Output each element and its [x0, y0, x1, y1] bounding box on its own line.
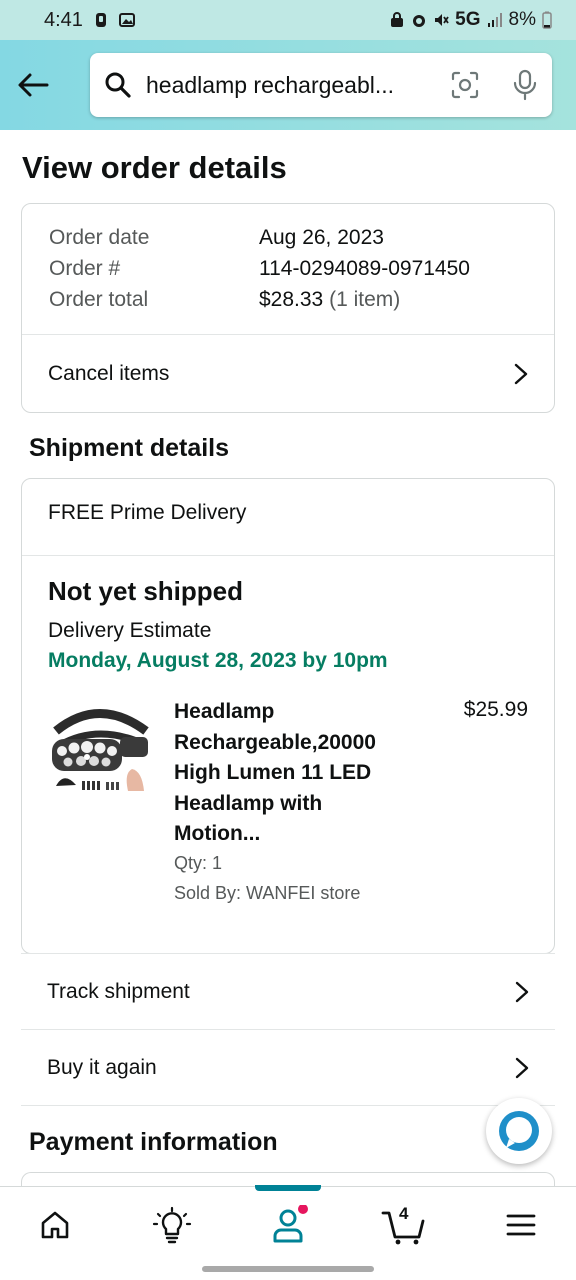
nav-menu[interactable] — [497, 1201, 545, 1249]
order-number-value: 114-0294089-0971450 — [259, 257, 470, 280]
lock-icon — [391, 12, 404, 27]
product-image[interactable] — [46, 701, 152, 801]
order-total-amount: $28.33 — [259, 288, 324, 311]
order-total-items: (1 item) — [329, 288, 401, 311]
gesture-home-indicator[interactable] — [202, 1266, 374, 1272]
page-title: View order details — [22, 150, 287, 185]
shipment-section-title: Shipment details — [29, 434, 230, 462]
search-header: headlamp rechargeabl... — [0, 40, 576, 130]
back-arrow-icon — [18, 73, 49, 97]
account-icon — [273, 1205, 308, 1243]
cart-count-badge: 4 — [399, 1204, 409, 1223]
nav-inspire[interactable] — [148, 1201, 196, 1249]
alarm-icon — [413, 15, 426, 27]
product-seller: Sold By: WANFEI store — [174, 883, 361, 903]
track-shipment-button[interactable]: Track shipment — [21, 953, 555, 1029]
order-date-value: Aug 26, 2023 — [259, 226, 384, 249]
nav-cart[interactable]: 4 — [380, 1201, 428, 1249]
buy-again-button[interactable]: Buy it again — [21, 1029, 555, 1105]
status-bar: 4:41 5G 8% — [0, 0, 576, 40]
notification-icon — [95, 13, 106, 27]
buy-again-label: Buy it again — [47, 1055, 157, 1079]
product-quantity: Qty: 1 — [174, 853, 223, 873]
nav-account[interactable] — [264, 1201, 312, 1249]
divider — [21, 1105, 555, 1107]
order-date-label: Order date — [49, 226, 150, 249]
lightbulb-icon — [152, 1206, 192, 1244]
order-total-label: Order total — [49, 288, 149, 311]
search-query[interactable]: headlamp rechargeabl... — [146, 72, 422, 99]
order-number-label: Order # — [49, 257, 121, 280]
cancel-items-label: Cancel items — [48, 362, 170, 385]
delivery-estimate-date: Monday, August 28, 2023 by 10pm — [48, 649, 388, 672]
order-total-value: $28.33 (1 item) — [259, 288, 400, 312]
gallery-icon — [118, 13, 135, 27]
alexa-button[interactable] — [486, 1098, 552, 1164]
menu-icon — [506, 1214, 536, 1236]
product-price: $25.99 — [463, 698, 528, 721]
back-button[interactable] — [14, 66, 52, 104]
chevron-right-icon — [515, 981, 529, 1002]
delivery-type: FREE Prime Delivery — [48, 501, 247, 524]
product-title-link[interactable]: Headlamp Rechargeable,20000 High Lumen 1… — [174, 697, 414, 850]
battery-label: 8% — [508, 9, 536, 30]
alexa-icon — [499, 1111, 539, 1151]
signal-icon — [487, 13, 502, 27]
home-icon — [41, 1211, 69, 1239]
order-summary-card: Order date Aug 26, 2023 Order # 114-0294… — [21, 203, 555, 413]
microphone-icon[interactable] — [512, 69, 538, 101]
shipment-status: Not yet shipped — [48, 576, 244, 606]
search-input[interactable]: headlamp rechargeabl... — [90, 53, 552, 117]
nav-home[interactable] — [31, 1201, 79, 1249]
network-label: 5G — [455, 9, 481, 30]
mute-icon — [435, 14, 449, 26]
battery-icon — [542, 11, 552, 29]
cancel-items-button[interactable]: Cancel items — [22, 335, 554, 413]
delivery-estimate-label: Delivery Estimate — [48, 619, 212, 642]
bottom-navigation: 4 — [0, 1185, 576, 1260]
search-icon — [105, 72, 131, 98]
payment-section-title: Payment information — [29, 1128, 278, 1156]
status-time: 4:41 — [44, 8, 83, 31]
camera-search-icon[interactable] — [450, 70, 480, 100]
track-shipment-label: Track shipment — [47, 979, 190, 1003]
chevron-right-icon — [515, 1057, 529, 1078]
chevron-right-icon — [514, 363, 528, 385]
shipment-card: FREE Prime Delivery Not yet shipped Deli… — [21, 478, 555, 954]
active-tab-indicator — [255, 1185, 321, 1191]
divider — [22, 555, 554, 556]
